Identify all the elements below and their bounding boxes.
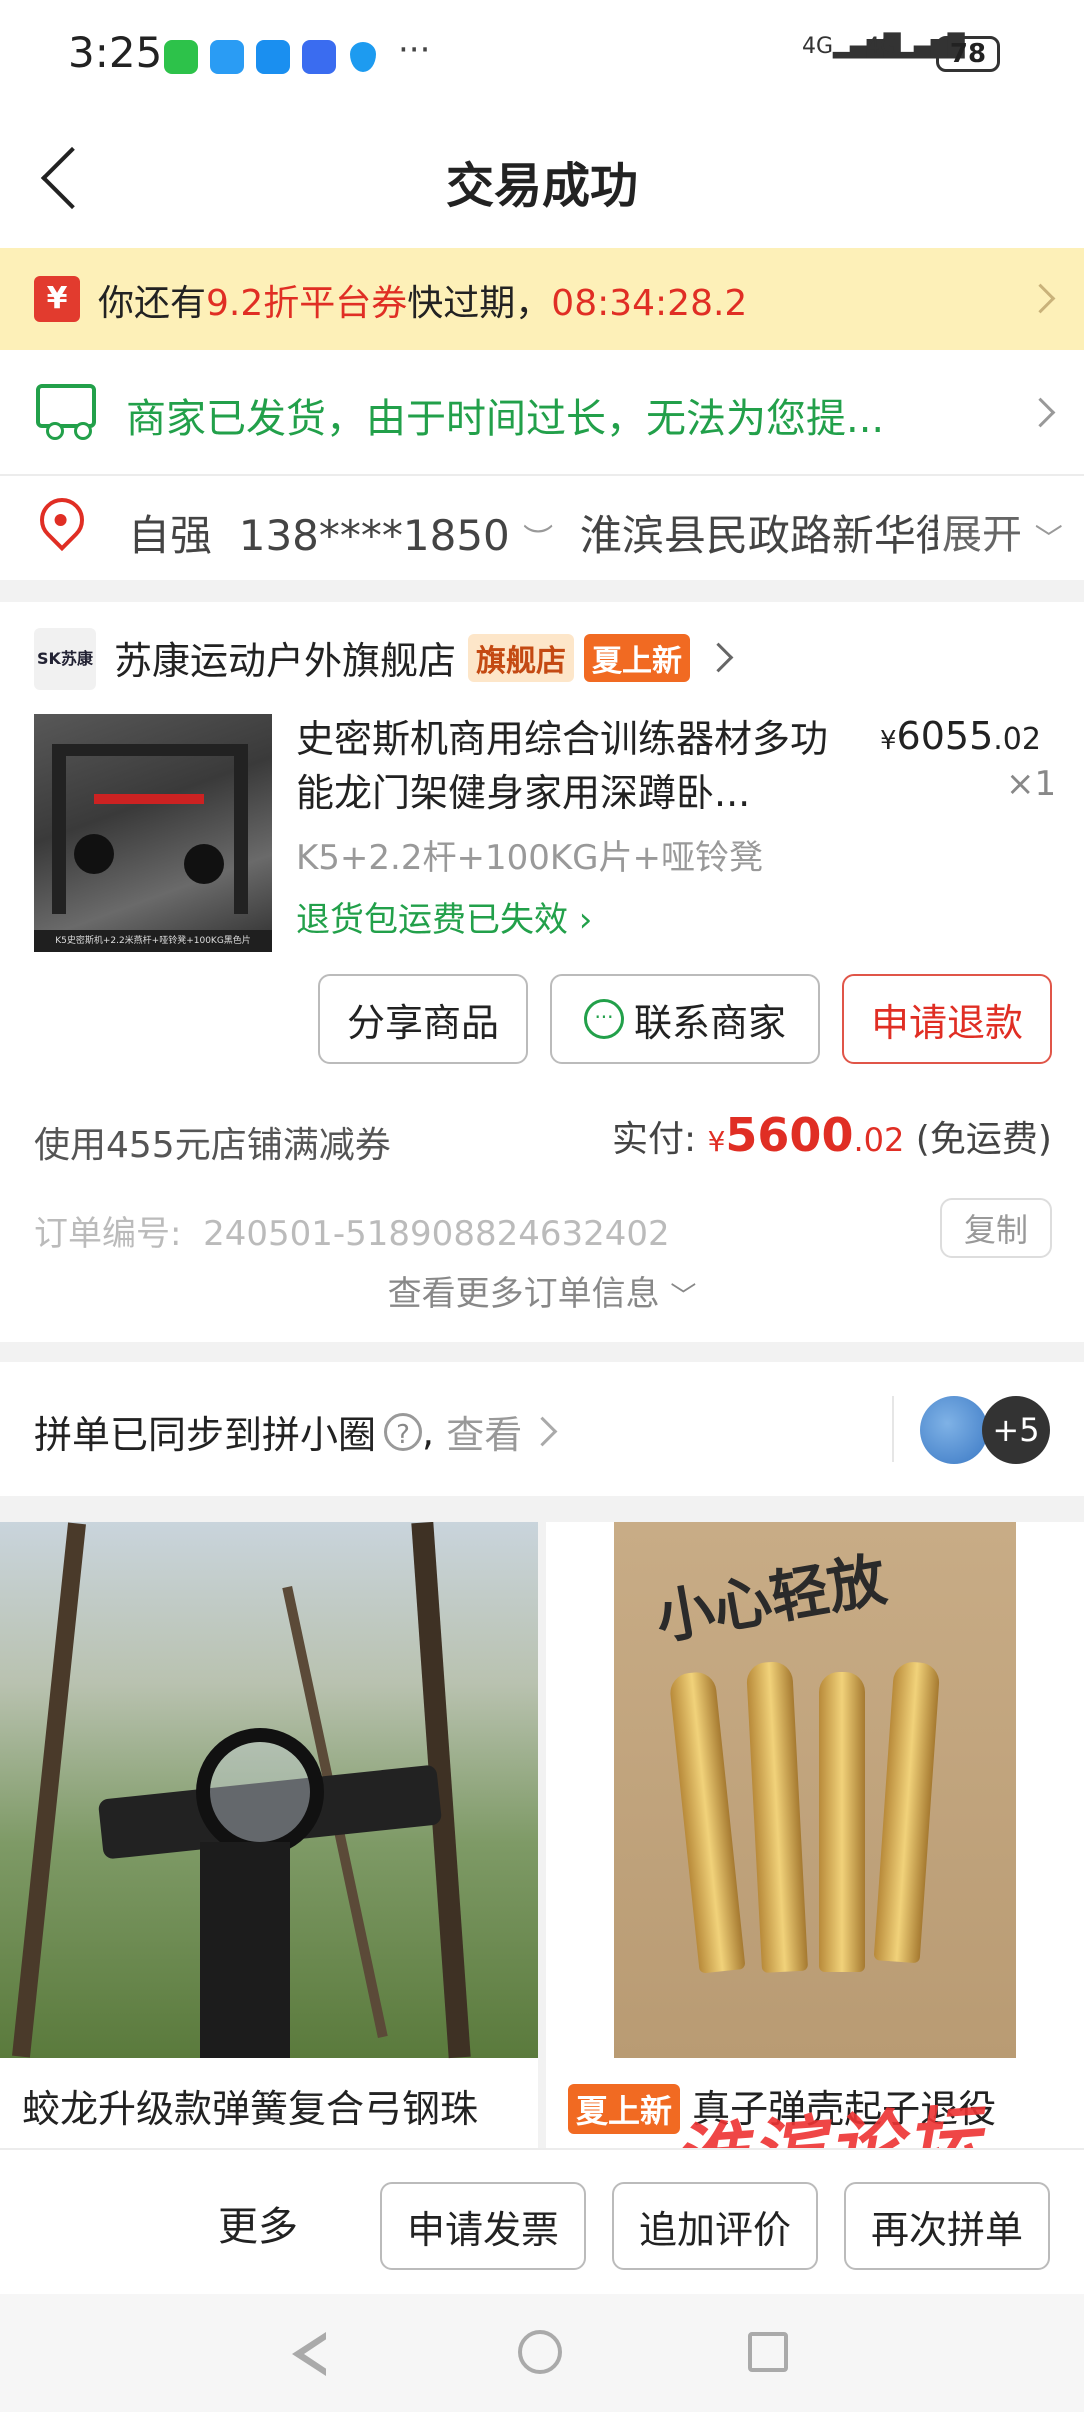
add-review-button[interactable]: 追加评价: [612, 2182, 818, 2270]
app-icon: [256, 40, 290, 74]
coupon-message: 你还有9.2折平台券快过期，08:34:28.2: [98, 283, 748, 324]
chat-icon: ···: [583, 999, 624, 1039]
recommendation-image: [0, 1522, 538, 2059]
location-pin-icon: [30, 488, 94, 552]
chevron-right-icon: [703, 642, 734, 673]
view-link[interactable]: 查看: [446, 1404, 522, 1459]
shipping-status[interactable]: 商家已发货，由于时间过长，无法为您提...: [0, 350, 1084, 476]
eye-closed-icon[interactable]: ︶: [523, 523, 553, 558]
address-row[interactable]: 自强 138****1850 ︶ 淮滨县民政路新华街 展开 ﹀: [0, 476, 1084, 580]
avatar[interactable]: [920, 1396, 988, 1464]
contact-merchant-button[interactable]: ··· 联系商家: [550, 974, 820, 1064]
share-product-button[interactable]: 分享商品: [318, 974, 528, 1064]
product-spec: K5+2.2杆+100KG片+哑铃凳: [296, 838, 764, 878]
recommendation-title: 蛟龙升级款弹簧复合弓钢珠: [22, 2087, 479, 2131]
recommendation-card[interactable]: 蛟龙升级款弹簧复合弓钢珠: [0, 1522, 538, 2162]
chevron-right-icon: [1025, 397, 1056, 428]
status-time: 3:25: [68, 28, 163, 77]
status-bar: 3:25 ··· 4G▂▄▆█ 4G▂▄▆█ 78: [0, 0, 1084, 110]
product-price: ¥6055.02: [880, 714, 1041, 758]
coupon-icon: ¥: [34, 276, 80, 322]
shop-name: 苏康运动户外旗舰店: [114, 639, 457, 683]
invoice-button[interactable]: 申请发票: [380, 2182, 586, 2270]
more-order-info-link[interactable]: 查看更多订单信息 ﹀: [0, 1266, 1084, 1315]
page-header: 交易成功: [0, 110, 1084, 248]
product-title[interactable]: 史密斯机商用综合训练器材多功能龙门架健身家用深蹲卧...: [296, 712, 836, 820]
address-text: 自强 138****1850 ︶ 淮滨县民政路新华街: [128, 502, 958, 563]
box-print-text: 小心轻放: [650, 1545, 892, 1653]
order-number: 订单编号: 240501-518908824632402: [34, 1214, 670, 1254]
message-icon: [210, 40, 244, 74]
refund-button[interactable]: 申请退款: [842, 974, 1052, 1064]
expand-button[interactable]: 展开 ﹀: [938, 502, 1063, 560]
coupon-banner[interactable]: ¥ 你还有9.2折平台券快过期，08:34:28.2: [0, 248, 1084, 350]
group-sync-row[interactable]: 拼单已同步到拼小圈?, 查看 +5: [0, 1362, 1084, 1496]
shop-logo: SK苏康: [34, 628, 96, 690]
product-quantity: ×1: [1006, 764, 1057, 804]
flagship-badge: 旗舰店: [468, 633, 575, 682]
voice-icon: [302, 40, 336, 74]
product-image[interactable]: K5史密斯机+2.2米燕杆+哑铃凳+100KG黑色片: [34, 714, 272, 952]
recommendation-card[interactable]: 小心轻放 夏上新 真子弹壳起子退役: [546, 1522, 1084, 2162]
shop-header[interactable]: 苏康运动户外旗舰店 旗舰店 夏上新: [114, 630, 734, 685]
shield-icon: [350, 42, 376, 72]
chevron-down-icon: ﹀: [670, 1282, 697, 1312]
return-status-link[interactable]: 退货包运费已失效 ›: [296, 892, 592, 941]
summer-badge: 夏上新: [584, 633, 691, 682]
chevron-right-icon: [1025, 283, 1056, 314]
page-title: 交易成功: [445, 158, 638, 214]
group-sync-text: 拼单已同步到拼小圈?, 查看: [34, 1404, 558, 1459]
rebuy-button[interactable]: 再次拼单: [844, 2182, 1050, 2270]
shipping-message: 商家已发货，由于时间过长，无法为您提...: [126, 396, 885, 442]
more-button[interactable]: 更多: [218, 2194, 298, 2252]
recipient-phone: 138****1850: [238, 511, 510, 560]
product-image-caption: K5史密斯机+2.2米燕杆+哑铃凳+100KG黑色片: [34, 930, 272, 952]
battery-icon: 78: [936, 36, 1000, 72]
copy-button[interactable]: 复制: [940, 1198, 1052, 1258]
avatar-more-count[interactable]: +5: [982, 1396, 1050, 1464]
paid-amount: 实付: ¥5600.02 (免运费): [612, 1108, 1052, 1162]
help-icon[interactable]: ?: [384, 1412, 423, 1451]
recipient-location: 淮滨县民政路新华街: [579, 511, 958, 560]
summer-badge: 夏上新: [568, 2084, 681, 2134]
discount-text: 使用455元店铺满减券: [34, 1125, 391, 1166]
nav-home-icon[interactable]: [518, 2330, 562, 2374]
chevron-right-icon: [527, 1416, 558, 1447]
recipient-name: 自强: [128, 511, 213, 560]
wechat-icon: [164, 40, 198, 74]
truck-icon: [36, 384, 96, 440]
nav-recents-icon[interactable]: [748, 2332, 788, 2372]
recommendation-image: 小心轻放: [546, 1522, 1084, 2058]
system-nav-bar: [0, 2294, 1084, 2412]
chevron-down-icon: ﹀: [1034, 522, 1063, 555]
order-card: SK苏康 苏康运动户外旗舰店 旗舰店 夏上新 K5史密斯机+2.2米燕杆+哑铃凳…: [0, 602, 1084, 1342]
bottom-action-bar: 更多 申请发票 追加评价 再次拼单: [0, 2148, 1084, 2296]
more-notifications-icon: ···: [398, 30, 431, 70]
